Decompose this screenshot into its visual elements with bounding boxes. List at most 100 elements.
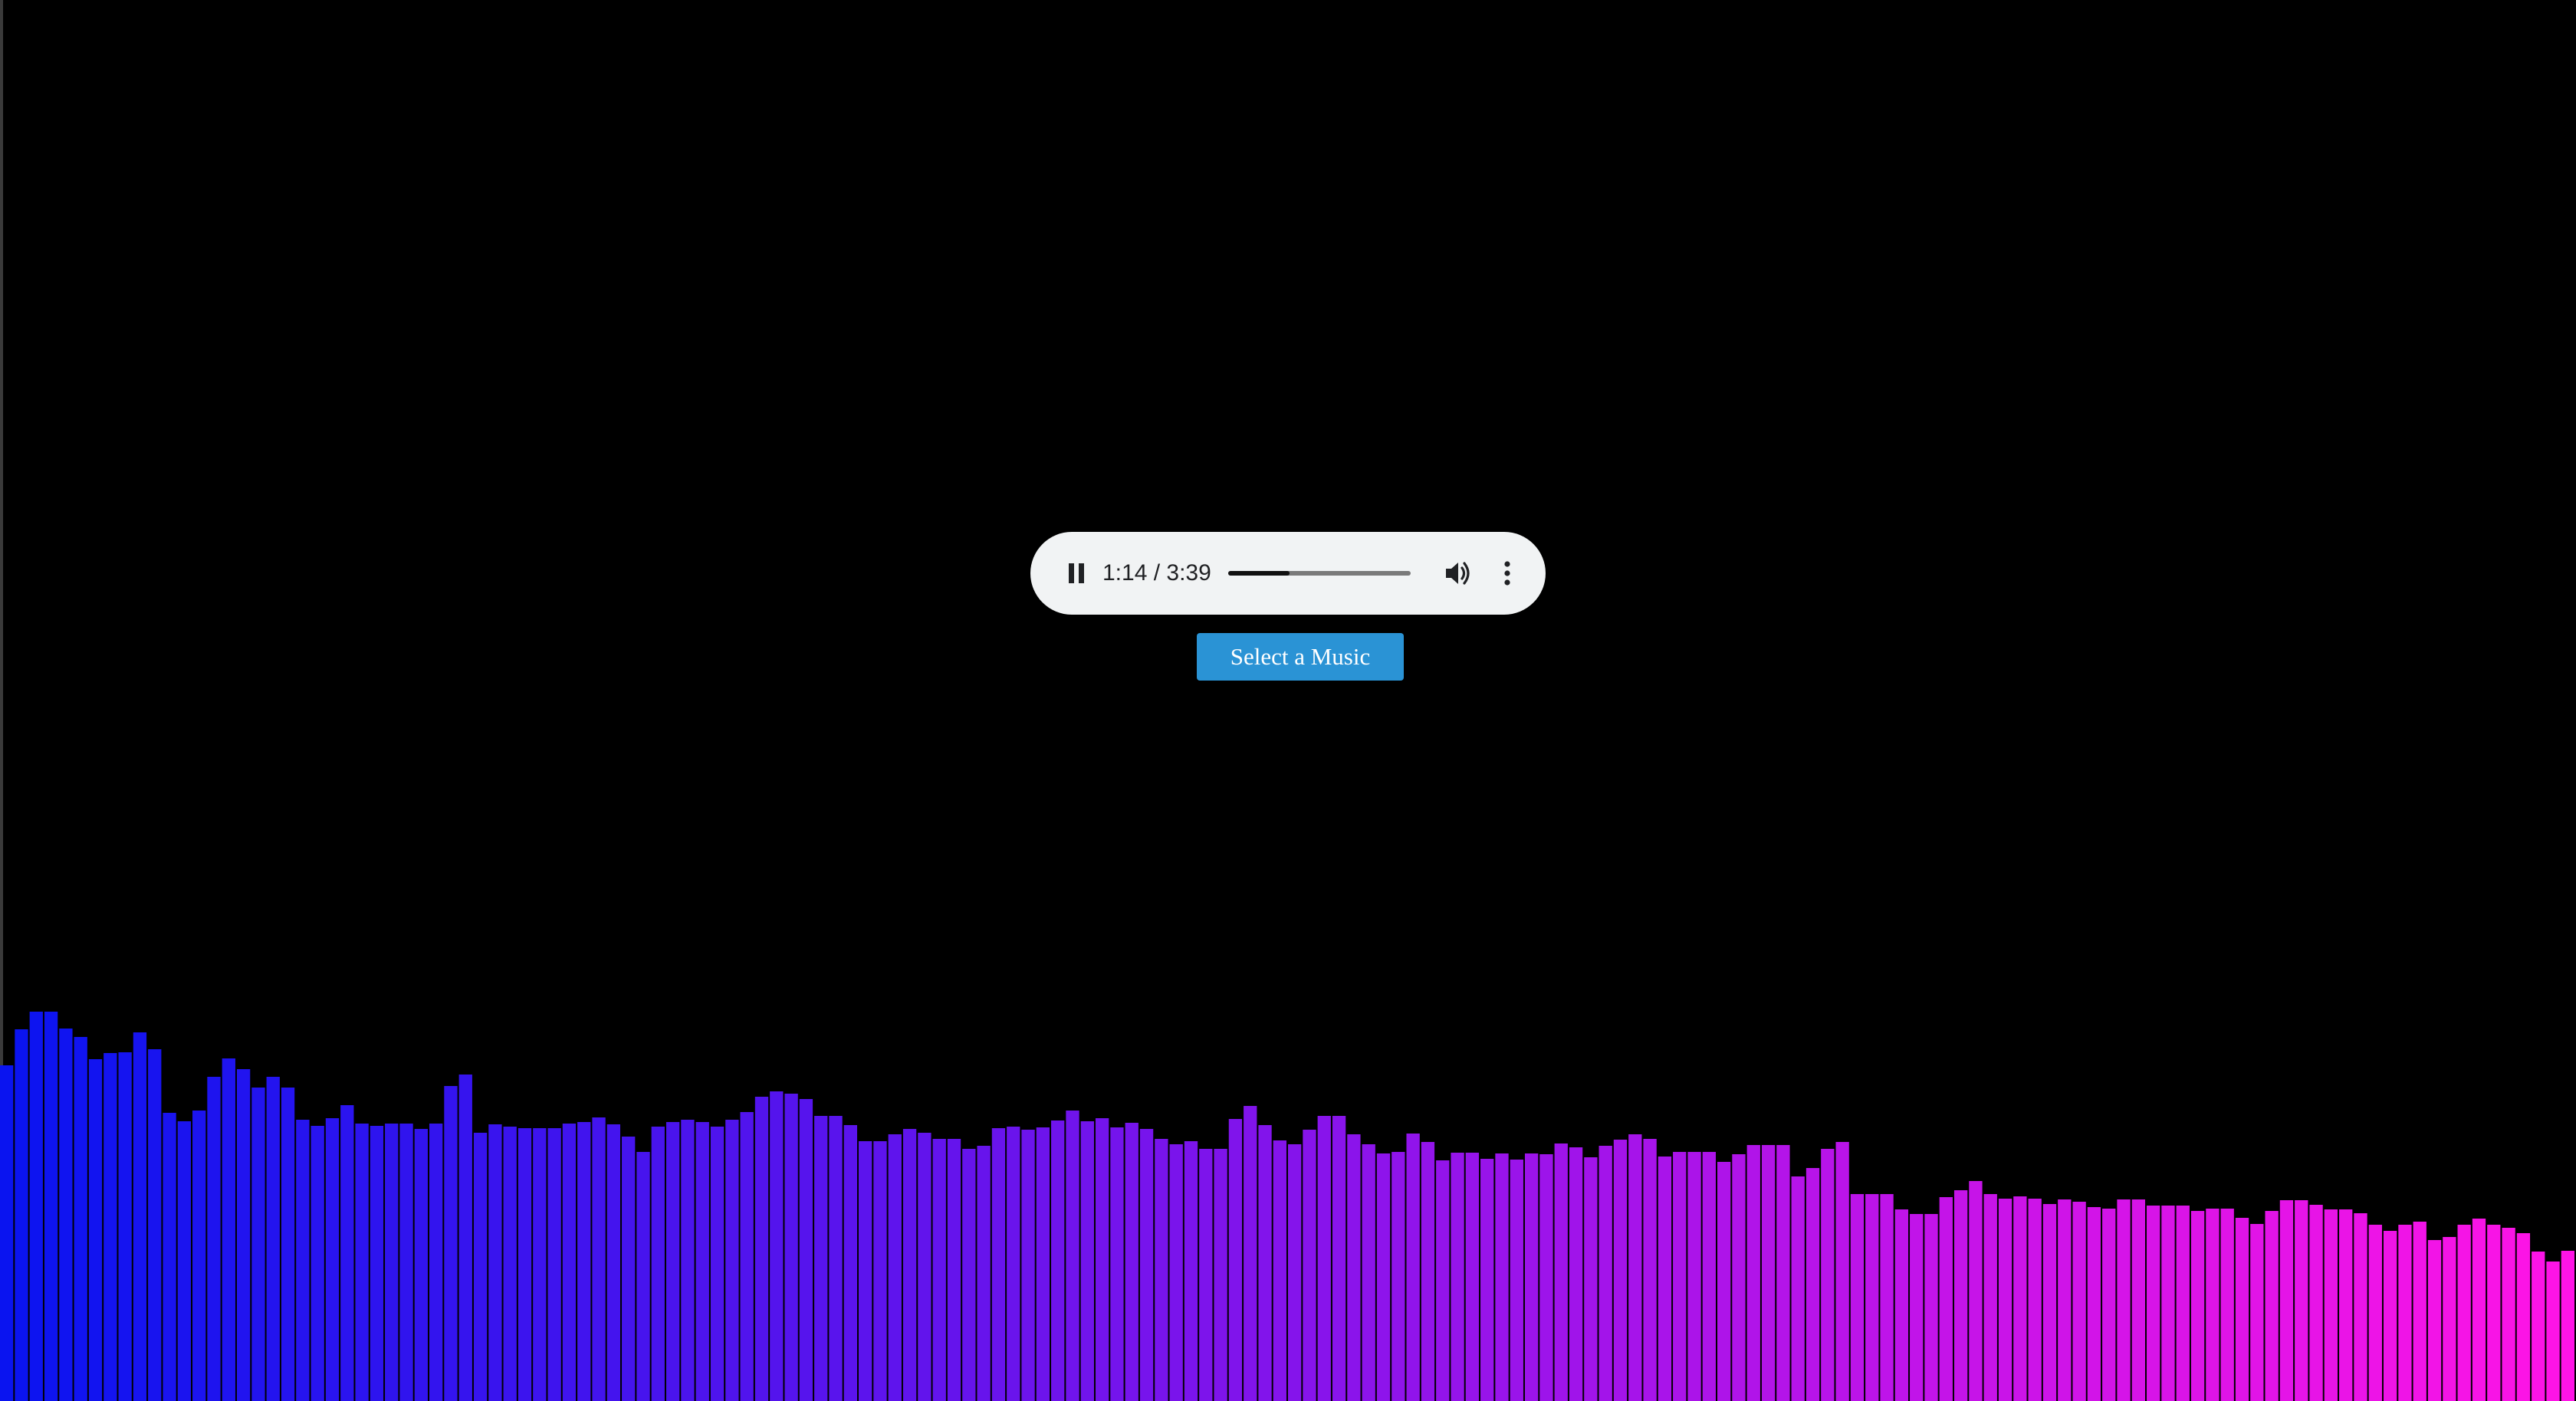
visualizer-bar [148, 1049, 162, 1401]
visualizer-bar [1658, 1157, 1672, 1401]
visualizer-bar [1436, 1160, 1450, 1401]
visualizer-bar [636, 1152, 650, 1401]
visualizer-bar [266, 1077, 280, 1401]
visualizer-bar [2472, 1219, 2486, 1401]
visualizer-bar [1007, 1127, 1020, 1401]
visualizer-bar [414, 1129, 428, 1401]
audio-player[interactable]: 1:14 / 3:39 [1030, 532, 1546, 615]
visualizer-bar [1139, 1129, 1154, 1401]
visualizer-bar [2398, 1225, 2412, 1401]
app-stage: 1:14 / 3:39 Select a Music [0, 0, 2576, 1401]
select-music-button[interactable]: Select a Music [1197, 633, 1404, 681]
visualizer-bar [681, 1120, 695, 1401]
visualizer-bar [281, 1088, 295, 1401]
visualizer-bar [2087, 1207, 2101, 1401]
visualizer-bar [207, 1077, 221, 1401]
volume-button[interactable] [1440, 555, 1477, 592]
visualizer-bar [2516, 1233, 2531, 1401]
visualizer-bar [533, 1128, 547, 1401]
visualizer-bar [1732, 1154, 1746, 1401]
visualizer-bar [2295, 1200, 2308, 1401]
visualizer-bar [1643, 1139, 1657, 1401]
visualizer-bar [1244, 1106, 1257, 1401]
visualizer-bar [784, 1094, 798, 1401]
visualizer-bar [1347, 1134, 1361, 1401]
more-options-icon [1504, 561, 1510, 586]
visualizer-bar [503, 1127, 517, 1401]
visualizer-bar [2427, 1240, 2442, 1401]
visualizer-bar [2028, 1199, 2042, 1401]
visualizer-bar [2368, 1225, 2382, 1401]
visualizer-bar [1317, 1116, 1331, 1401]
visualizer-bar [1554, 1143, 1568, 1401]
visualizer-bar [104, 1053, 117, 1401]
visualizer-bar [710, 1127, 724, 1401]
visualizer-bar [1584, 1157, 1598, 1401]
visualizer-bar [1169, 1144, 1183, 1401]
visualizer-bar [310, 1126, 324, 1401]
visualizer-bar [562, 1124, 577, 1401]
visualizer-bar [163, 1113, 176, 1401]
visualizer-bar [2487, 1225, 2501, 1401]
visualizer-bar [1258, 1125, 1272, 1401]
visualizer-bar [888, 1134, 902, 1401]
visualizer-bar [458, 1075, 472, 1401]
visualizer-bar [695, 1122, 709, 1401]
visualizer-bar [1303, 1130, 1316, 1401]
visualizer-bar [1406, 1134, 1420, 1401]
visualizer-bar [814, 1116, 828, 1401]
visualizer-bar [918, 1133, 932, 1401]
visualizer-bar [1273, 1140, 1286, 1401]
visualizer-bar [1717, 1162, 1731, 1401]
visualizer-bar [1155, 1139, 1168, 1401]
visualizer-bar [1524, 1153, 1539, 1401]
visualizer-bar [118, 1052, 132, 1401]
visualizer-bar [2250, 1224, 2264, 1401]
visualizer-bar [1806, 1168, 1820, 1401]
visualizer-bar [2131, 1199, 2145, 1401]
visualizer-bar [355, 1124, 369, 1401]
visualizer-bar [2309, 1205, 2323, 1401]
visualizer-bar [962, 1149, 976, 1401]
visualizer-bar [296, 1120, 310, 1401]
time-text: 1:14 / 3:39 [1102, 560, 1211, 586]
visualizer-bar [2235, 1218, 2249, 1401]
visualizer-bar [1051, 1120, 1065, 1401]
seek-bar[interactable] [1228, 563, 1411, 584]
visualizer-bar [1288, 1144, 1302, 1401]
visualizer-bar [1761, 1145, 1776, 1401]
visualizer-bar [2176, 1206, 2190, 1401]
visualizer-bar [2013, 1196, 2027, 1401]
visualizer-bar [1228, 1119, 1243, 1401]
visualizer-bar [859, 1141, 872, 1401]
visualizer-bar [325, 1118, 340, 1401]
visualizer-bar [1821, 1149, 1835, 1401]
visualizer-bar [1924, 1214, 1938, 1401]
visualizer-bar [2354, 1213, 2367, 1401]
visualizer-bar [1362, 1144, 1375, 1401]
visualizer-bar [1953, 1190, 1968, 1401]
visualizer-bar [2042, 1204, 2057, 1401]
visualizer-bar [1939, 1197, 1953, 1401]
visualizer-bar [2161, 1206, 2175, 1401]
visualizer-bar [1125, 1123, 1138, 1401]
visualizer-bar [991, 1128, 1006, 1401]
visualizer-bar [2443, 1237, 2456, 1401]
visualizer-bar [932, 1139, 946, 1401]
more-options-button[interactable] [1489, 555, 1526, 592]
visualizer-bar [1451, 1153, 1464, 1401]
visualizer-bar [1095, 1118, 1109, 1401]
visualizer-bar [1392, 1152, 1405, 1401]
visualizer-bar [473, 1133, 488, 1401]
visualizer-bar [2058, 1199, 2072, 1401]
visualizer-bar [518, 1128, 532, 1401]
visualizer-bar [2072, 1202, 2086, 1401]
visualizer-bar [1628, 1134, 1642, 1401]
visualizer-bar [770, 1091, 784, 1401]
visualizer-bar [577, 1122, 591, 1401]
visualizer-bar [1376, 1153, 1391, 1401]
audio-visualizer [0, 1012, 2574, 1401]
visualizer-bar [2324, 1209, 2338, 1401]
pause-button[interactable] [1058, 555, 1095, 592]
visualizer-bar [1746, 1145, 1760, 1401]
